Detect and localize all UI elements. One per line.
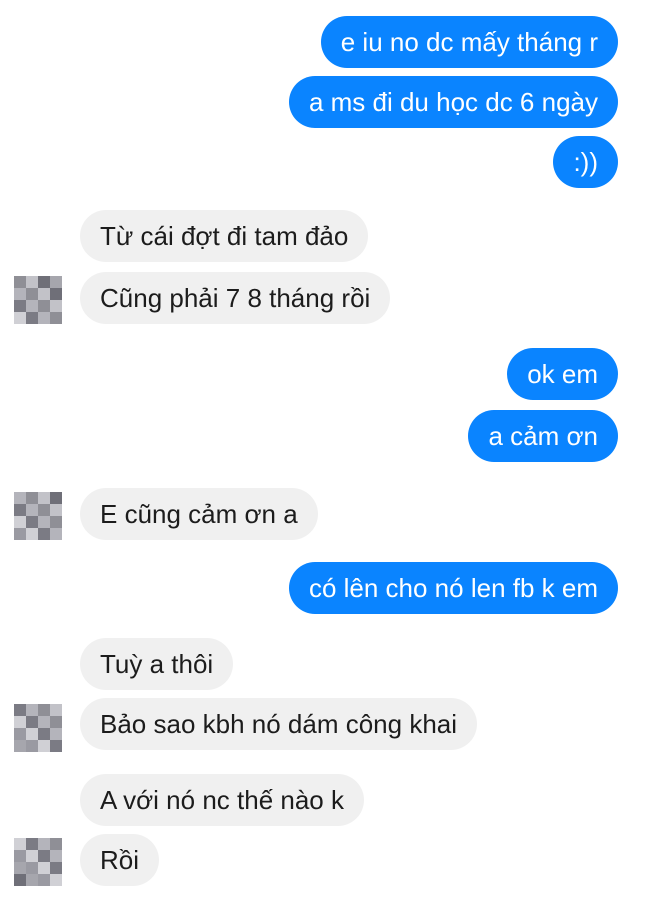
blurred-avatar-icon[interactable] (14, 492, 62, 540)
avatar-pixel (14, 516, 26, 528)
avatar-pixel (50, 740, 62, 752)
avatar-pixel (50, 492, 62, 504)
avatar-pixel (14, 716, 26, 728)
avatar-pixel (14, 300, 26, 312)
avatar-pixel (26, 528, 38, 540)
avatar-pixel (38, 504, 50, 516)
avatar-pixel (26, 850, 38, 862)
avatar-pixel (14, 728, 26, 740)
avatar-pixel (14, 504, 26, 516)
avatar-pixel (38, 516, 50, 528)
outgoing-message[interactable]: e iu no dc mấy tháng r (320, 16, 618, 68)
avatar-pixel (26, 300, 38, 312)
blurred-avatar-icon[interactable] (14, 704, 62, 752)
avatar-pixel (38, 288, 50, 300)
avatar-pixel (14, 862, 26, 874)
incoming-message[interactable]: Cũng phải 7 8 tháng rồi (80, 272, 391, 324)
avatar-pixel (50, 850, 62, 862)
avatar-pixel (26, 740, 38, 752)
outgoing-message[interactable]: a cảm ơn (468, 410, 618, 462)
incoming-message[interactable]: E cũng cảm ơn a (80, 488, 318, 540)
avatar-pixel (38, 716, 50, 728)
avatar-pixel (14, 850, 26, 862)
avatar-pixel (14, 492, 26, 504)
avatar-pixel (38, 492, 50, 504)
avatar-pixel (50, 516, 62, 528)
avatar-pixel (26, 838, 38, 850)
avatar-pixel (26, 288, 38, 300)
avatar-pixel (14, 740, 26, 752)
avatar-pixel (38, 862, 50, 874)
avatar-pixel (50, 276, 62, 288)
avatar-pixel (38, 728, 50, 740)
outgoing-message[interactable]: có lên cho nó len fb k em (288, 562, 618, 614)
avatar-pixel (38, 874, 50, 886)
avatar-pixel (14, 704, 26, 716)
avatar-pixel (50, 838, 62, 850)
incoming-message[interactable]: Bảo sao kbh nó dám công khai (80, 698, 478, 750)
avatar-pixel (26, 492, 38, 504)
avatar-pixel (26, 516, 38, 528)
outgoing-message[interactable]: :)) (553, 136, 618, 188)
avatar-pixel (50, 716, 62, 728)
avatar-pixel (50, 874, 62, 886)
avatar-pixel (26, 728, 38, 740)
avatar-pixel (38, 740, 50, 752)
avatar-pixel (14, 874, 26, 886)
avatar-pixel (38, 312, 50, 324)
avatar-pixel (50, 300, 62, 312)
avatar-pixel (38, 528, 50, 540)
blurred-avatar-icon[interactable] (14, 838, 62, 886)
avatar-pixel (38, 276, 50, 288)
avatar-pixel (14, 276, 26, 288)
incoming-message[interactable]: A với nó nc thế nào k (80, 774, 364, 826)
avatar-pixel (50, 704, 62, 716)
avatar-pixel (50, 312, 62, 324)
outgoing-message[interactable]: ok em (507, 348, 618, 400)
incoming-message[interactable]: Rồi (80, 834, 160, 886)
avatar-pixel (14, 838, 26, 850)
avatar-pixel (38, 704, 50, 716)
avatar-pixel (50, 862, 62, 874)
incoming-message[interactable]: Tuỳ a thôi (80, 638, 234, 690)
avatar-pixel (26, 312, 38, 324)
avatar-pixel (26, 862, 38, 874)
avatar-pixel (26, 874, 38, 886)
avatar-pixel (50, 288, 62, 300)
avatar-pixel (38, 838, 50, 850)
avatar-pixel (38, 300, 50, 312)
blurred-avatar-icon[interactable] (14, 276, 62, 324)
avatar-pixel (26, 504, 38, 516)
avatar-pixel (26, 276, 38, 288)
avatar-pixel (50, 528, 62, 540)
avatar-pixel (50, 728, 62, 740)
avatar-pixel (26, 704, 38, 716)
outgoing-message[interactable]: a ms đi du học dc 6 ngày (288, 76, 618, 128)
avatar-pixel (14, 288, 26, 300)
avatar-pixel (14, 312, 26, 324)
avatar-pixel (14, 528, 26, 540)
avatar-pixel (50, 504, 62, 516)
incoming-message[interactable]: Từ cái đợt đi tam đảo (80, 210, 369, 262)
avatar-pixel (26, 716, 38, 728)
avatar-pixel (38, 850, 50, 862)
